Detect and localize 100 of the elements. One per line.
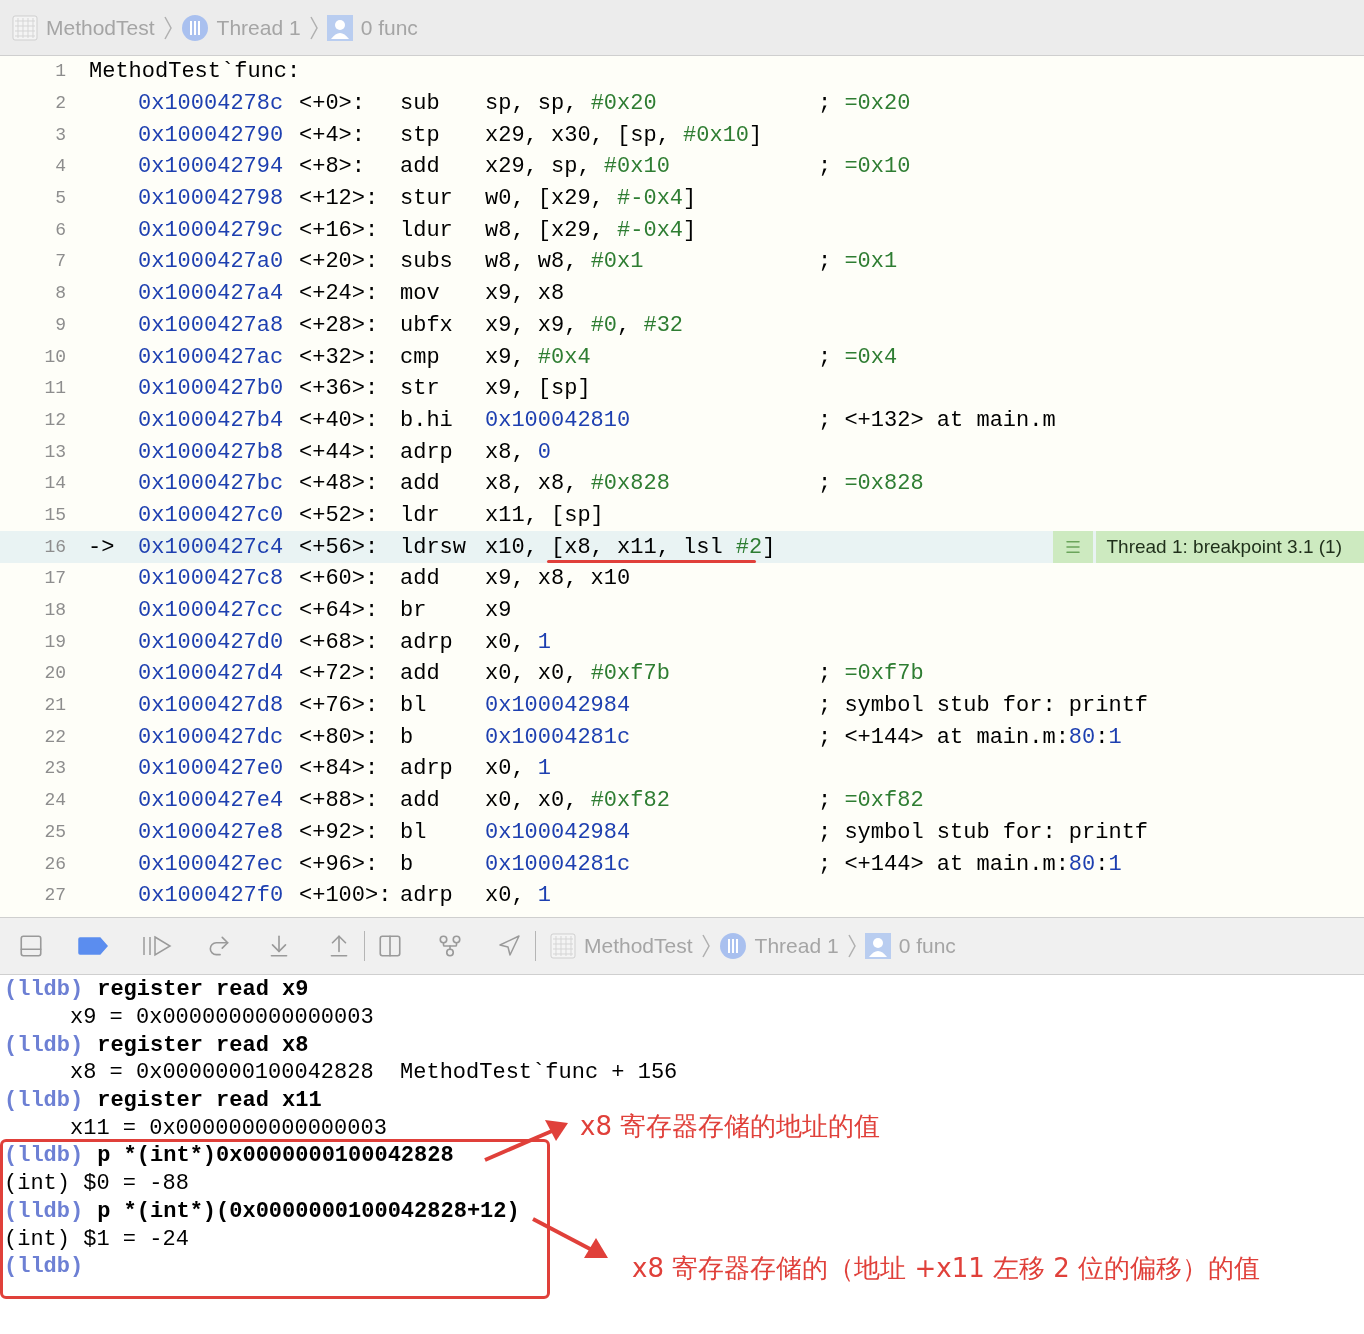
instruction-offset: <+64>: — [299, 598, 379, 624]
instruction-mnemonic: adrp — [400, 756, 453, 782]
breakpoint-marker[interactable] — [1053, 531, 1094, 563]
continue-icon[interactable] — [142, 935, 172, 957]
instruction-address: 0x1000427d0 — [138, 629, 284, 655]
line-number: 11 — [43, 377, 66, 401]
instruction-address: 0x1000427e8 — [138, 819, 284, 845]
instruction-comment: ; =0xf7b — [818, 660, 924, 689]
instruction-operands: 0x100042984 — [485, 819, 631, 845]
line-number: 4 — [54, 155, 66, 179]
instruction-address: 0x100042798 — [138, 186, 284, 212]
lldb-prompt: (lldb) — [3, 1253, 84, 1282]
instruction-address: 0x1000427a8 — [138, 312, 284, 338]
instruction-mnemonic: stur — [400, 186, 453, 212]
line-number: 3 — [54, 123, 66, 147]
console-output: x8 = 0x0000000100042828 MethodTest`func + 156 — [69, 1059, 678, 1088]
breadcrumb-item[interactable]: Thread 1 — [754, 930, 839, 962]
instruction-comment: ; =0x1 — [818, 248, 898, 277]
instruction-offset: <+96>: — [299, 851, 379, 877]
instruction-operands: x0, 1 — [485, 756, 551, 782]
instruction-mnemonic: sub — [400, 91, 440, 117]
instruction-operands: w0, [x29, #-0x4] — [485, 186, 697, 212]
function-label: MethodTest`func: — [89, 58, 301, 87]
instruction-offset: <+12>: — [299, 186, 379, 212]
instruction-mnemonic: ldrsw — [400, 534, 466, 560]
line-number: 25 — [43, 820, 66, 844]
lldb-prompt: (lldb) — [3, 1087, 84, 1116]
person-icon — [326, 14, 353, 41]
instruction-operands: x8, x8, #0x828 — [485, 471, 670, 497]
lldb-prompt: (lldb) — [3, 1197, 84, 1226]
line-number: 19 — [43, 630, 66, 654]
breadcrumb-item[interactable]: 0 func — [898, 930, 956, 962]
instruction-address: 0x1000427a4 — [138, 281, 284, 307]
chevron-icon — [846, 933, 857, 959]
instruction-operands: x0, 1 — [485, 629, 551, 655]
instruction-offset: <+20>: — [299, 249, 379, 275]
instruction-mnemonic: br — [400, 598, 427, 624]
line-number: 20 — [43, 662, 66, 686]
console-command: register read x9 — [97, 976, 309, 1005]
instruction-address: 0x1000427a0 — [138, 249, 284, 275]
breadcrumb-item[interactable]: MethodTest — [584, 930, 693, 962]
instruction-comment: ; symbol stub for: printf — [818, 692, 1149, 721]
instruction-offset: <+92>: — [299, 819, 379, 845]
instruction-offset: <+68>: — [299, 629, 379, 655]
line-number: 16 — [43, 535, 66, 559]
instruction-operands: sp, sp, #0x20 — [485, 91, 657, 117]
lldb-prompt: (lldb) — [3, 1142, 84, 1171]
breakpoint-toggle-icon[interactable] — [78, 937, 108, 955]
instruction-operands: x9, #0x4 — [485, 344, 591, 370]
console-command: p *(int*)(0x0000000100042828+12) — [97, 1197, 520, 1226]
grid-icon — [550, 933, 576, 959]
instruction-operands: x29, sp, #0x10 — [485, 154, 670, 180]
memory-graph-icon[interactable] — [437, 933, 463, 959]
console-toggle-icon[interactable] — [18, 933, 44, 959]
instruction-address: 0x1000427b8 — [138, 439, 284, 465]
instruction-address: 0x100042794 — [138, 154, 284, 180]
console-output: (int) $1 = -24 — [3, 1225, 189, 1254]
instruction-offset: <+52>: — [299, 502, 379, 528]
instruction-mnemonic: stp — [400, 122, 440, 148]
instruction-comment: ; =0x828 — [818, 470, 924, 499]
instruction-operands: x9, [sp] — [485, 376, 591, 402]
instruction-comment: ; <+144> at main.m:80:1 — [818, 723, 1122, 752]
line-number: 26 — [43, 852, 66, 876]
instruction-offset: <+84>: — [299, 756, 379, 782]
instruction-offset: <+56>: — [299, 534, 379, 560]
breakpoint-badge: Thread 1: breakpoint 3.1 (1) — [1096, 531, 1364, 563]
lldb-prompt: (lldb) — [3, 1031, 84, 1060]
console-command: register read x8 — [97, 1031, 309, 1060]
console-output: x11 = 0x0000000000000003 — [69, 1114, 387, 1143]
location-icon[interactable] — [497, 934, 521, 958]
line-number: 27 — [43, 884, 66, 908]
instruction-operands: x9, x8 — [485, 281, 565, 307]
instruction-address: 0x1000427cc — [138, 598, 284, 624]
line-number: 24 — [43, 789, 66, 813]
instruction-offset: <+16>: — [299, 217, 379, 243]
instruction-operands: x9, x8, x10 — [485, 566, 631, 592]
person-icon — [864, 933, 891, 959]
instruction-offset: <+44>: — [299, 439, 379, 465]
line-number: 8 — [54, 282, 66, 306]
instruction-operands: x9, x9, #0, #32 — [485, 312, 684, 338]
instruction-operands: 0x100042984 — [485, 693, 631, 719]
instruction-offset: <+32>: — [299, 344, 379, 370]
thread-icon — [718, 932, 747, 960]
current-line-arrow: -> — [88, 534, 115, 560]
line-number: 10 — [43, 345, 66, 369]
breadcrumb-item[interactable]: 0 func — [360, 11, 418, 44]
instruction-address: 0x1000427c4 — [138, 534, 284, 560]
view-hierarchy-icon[interactable] — [377, 933, 403, 959]
line-number: 9 — [54, 313, 66, 337]
instruction-operands: 0x10004281c — [485, 724, 631, 750]
instruction-comment: ; =0x4 — [818, 343, 898, 372]
instruction-mnemonic: b — [400, 851, 414, 877]
breadcrumb-item[interactable]: Thread 1 — [216, 11, 301, 44]
instruction-offset: <+24>: — [299, 281, 379, 307]
instruction-offset: <+4>: — [299, 122, 365, 148]
line-number: 15 — [43, 503, 66, 527]
instruction-operands: x10, [x8, x11, lsl #2] — [485, 534, 776, 560]
breadcrumb-item[interactable]: MethodTest — [46, 11, 155, 44]
instruction-mnemonic: adrp — [400, 629, 453, 655]
instruction-offset: <+88>: — [299, 788, 379, 814]
